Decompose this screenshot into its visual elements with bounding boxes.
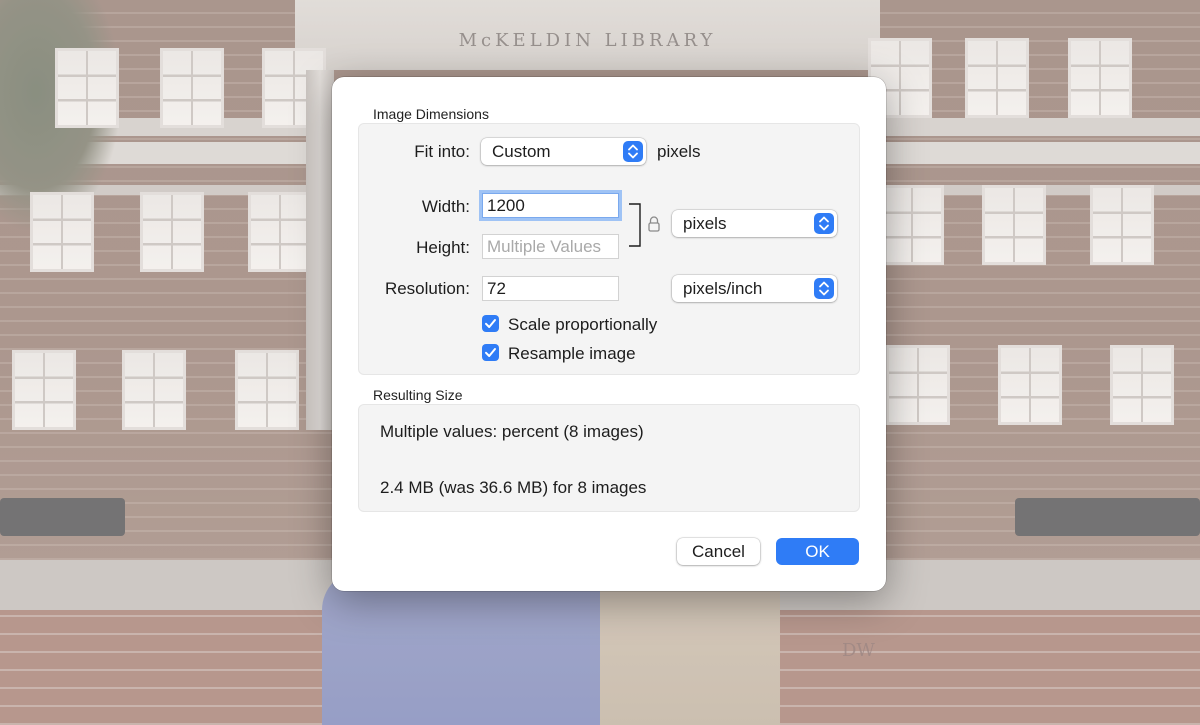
result-size-text: 2.4 MB (was 36.6 MB) for 8 images <box>380 478 647 497</box>
fit-into-popup[interactable]: Custom <box>481 138 646 165</box>
lock-icon[interactable] <box>647 215 661 238</box>
size-unit-popup[interactable]: pixels <box>672 210 837 237</box>
scale-proportionally-label[interactable]: Scale proportionally <box>508 315 657 335</box>
fit-into-unit: pixels <box>657 142 701 161</box>
resample-image-label[interactable]: Resample image <box>508 344 636 364</box>
scale-proportionally-checkbox[interactable] <box>482 315 499 332</box>
width-field[interactable] <box>482 193 619 218</box>
resolution-unit-popup[interactable]: pixels/inch <box>672 275 837 302</box>
height-label: Height: <box>416 238 470 257</box>
resolution-unit-value: pixels/inch <box>683 279 763 298</box>
chevron-updown-icon <box>623 141 643 162</box>
size-unit-value: pixels <box>683 214 727 233</box>
resolution-label: Resolution: <box>384 279 470 298</box>
image-dimensions-title: Image Dimensions <box>373 106 489 122</box>
chevron-updown-icon <box>814 278 834 299</box>
ok-button[interactable]: OK <box>776 538 859 565</box>
result-percent-text: Multiple values: percent (8 images) <box>380 422 644 441</box>
image-resize-dialog: Image Dimensions Fit into: Custom pixels… <box>332 77 886 591</box>
width-label: Width: <box>421 197 470 216</box>
cancel-button[interactable]: Cancel <box>677 538 760 565</box>
checkmark-icon <box>485 319 496 328</box>
fit-into-label: Fit into: <box>414 142 470 161</box>
resample-image-checkbox[interactable] <box>482 344 499 361</box>
checkmark-icon <box>485 348 496 357</box>
resulting-size-title: Resulting Size <box>373 387 463 403</box>
resolution-field[interactable] <box>482 276 619 301</box>
link-bracket-icon <box>629 203 641 247</box>
chevron-updown-icon <box>814 213 834 234</box>
height-field[interactable] <box>482 234 619 259</box>
fit-into-value: Custom <box>492 142 551 161</box>
